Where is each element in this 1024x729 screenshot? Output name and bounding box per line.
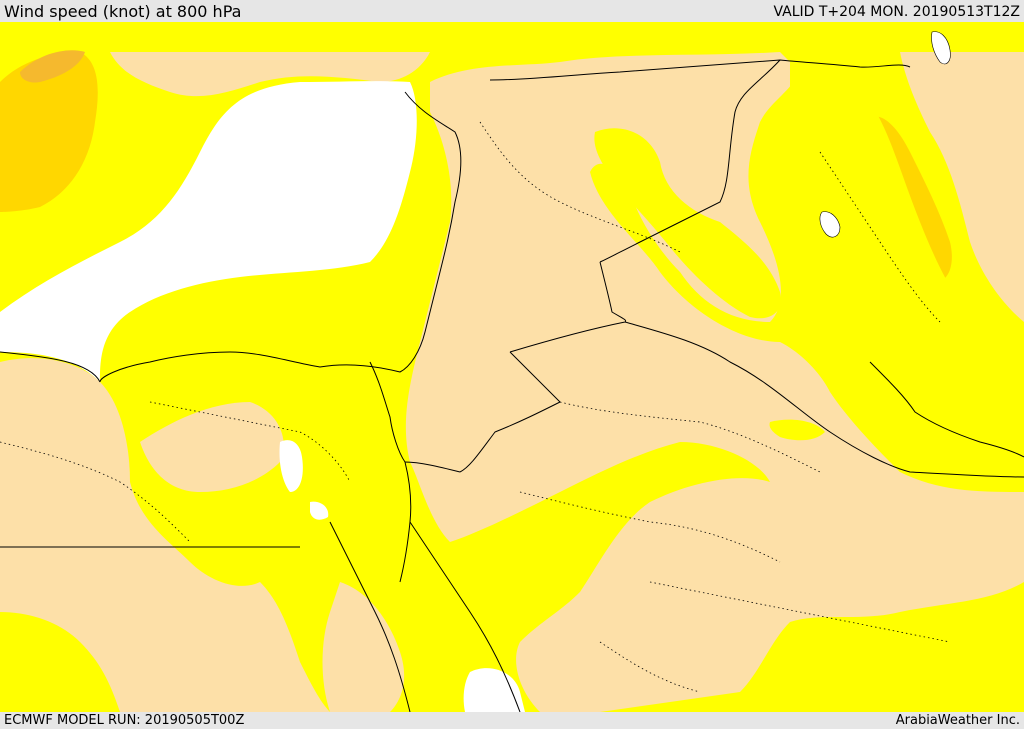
footer-bar: ECMWF MODEL RUN: 20190505T00Z ArabiaWeat… — [0, 712, 1024, 729]
valid-time: VALID T+204 MON. 20190513T12Z — [773, 4, 1020, 20]
credit-label: ArabiaWeather Inc. — [895, 713, 1020, 728]
model-run-label: ECMWF MODEL RUN: 20190505T00Z — [4, 713, 245, 728]
map-title: Wind speed (knot) at 800 hPa — [4, 2, 242, 21]
wind-speed-map — [0, 22, 1024, 712]
header-bar: Wind speed (knot) at 800 hPa VALID T+204… — [0, 0, 1024, 22]
map-canvas — [0, 22, 1024, 712]
